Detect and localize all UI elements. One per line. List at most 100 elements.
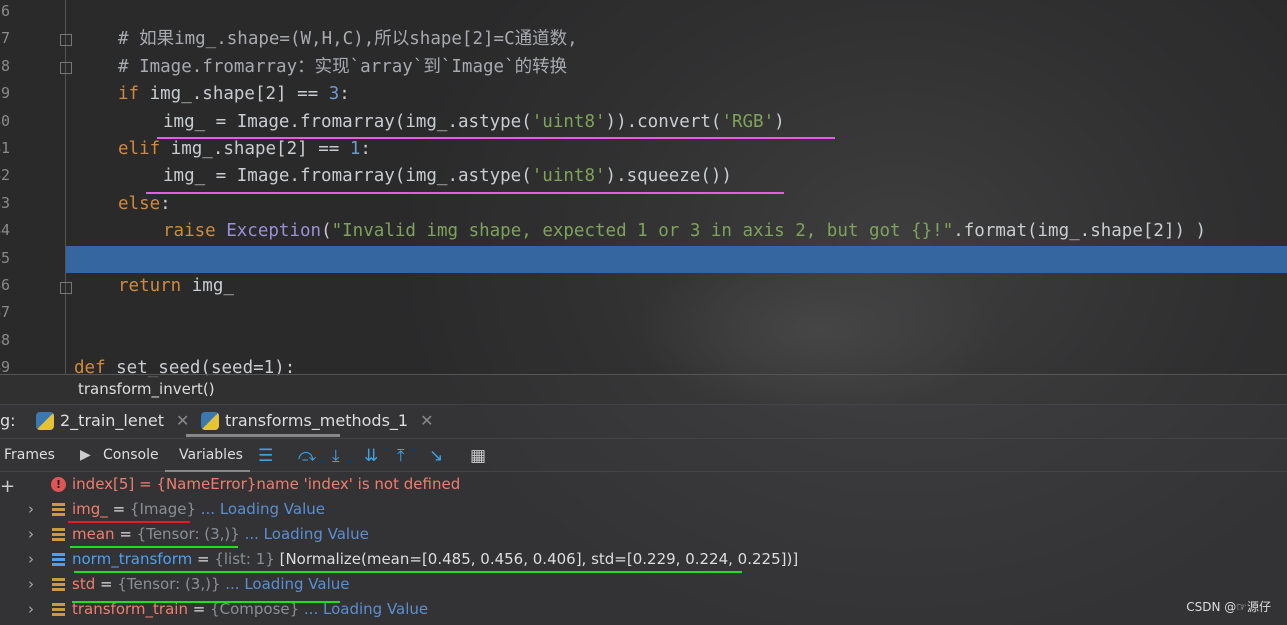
fold-icon[interactable]: [60, 282, 72, 294]
breadcrumb[interactable]: transform_invert(): [0, 374, 1287, 404]
tab-variables[interactable]: Variables: [179, 447, 243, 463]
code-token: raise: [163, 221, 216, 242]
expand-arrow-icon[interactable]: ›: [28, 497, 34, 522]
current-line-highlight: [66, 246, 1287, 273]
code-token: :: [339, 84, 350, 105]
code-token: # 如果img_.shape=(W,H,C),所以shape[2]=C通道数,: [118, 29, 578, 50]
code-token: img_.shape[2] ==: [139, 84, 329, 105]
code-line: raise Exception("Invalid img shape, expe…: [163, 218, 1206, 245]
variable-value: ... Loading Value: [196, 500, 325, 518]
equals: =: [107, 500, 130, 518]
variable-value: name 'index' is not defined: [256, 475, 461, 493]
python-icon: [36, 411, 54, 430]
code-token: (: [321, 221, 332, 242]
variable-type: {Tensor: (3,)}: [136, 525, 240, 543]
code-token: # Image.fromarray：实现`array`到`Image`的转换: [118, 56, 568, 77]
run-to-cursor-icon[interactable]: ↘: [429, 446, 443, 466]
fold-icon[interactable]: [60, 34, 72, 46]
code-token: 3: [328, 84, 340, 105]
green-underline-annotation: [74, 571, 742, 573]
variable-name: std: [72, 575, 96, 593]
step-over-icon[interactable]: ⤼: [298, 446, 316, 466]
console-icon: ▶: [80, 447, 91, 463]
line-number: 43: [0, 193, 11, 212]
code-token: Exception: [226, 221, 322, 242]
code-line: if img_.shape[2] == 3:: [118, 81, 350, 108]
variable-type: {Image}: [129, 500, 196, 518]
variable-name: norm_transform: [72, 550, 193, 568]
step-into-my-code-icon[interactable]: ⇊: [364, 446, 378, 466]
code-line: else:: [118, 191, 171, 218]
fold-icon[interactable]: [60, 62, 72, 74]
code-token: ): [774, 111, 785, 132]
field-icon: [52, 503, 65, 516]
field-icon: [52, 603, 65, 616]
tab-console[interactable]: Console: [103, 447, 159, 463]
expand-arrow-icon[interactable]: ›: [28, 597, 34, 622]
line-number: 38: [0, 56, 11, 75]
step-into-icon[interactable]: ⤓: [332, 446, 340, 466]
code-token: 'uint8': [531, 166, 606, 187]
code-token: ).squeeze()): [605, 166, 732, 187]
variables-panel: + ! index[5] = {NameError}name 'index' is…: [0, 472, 1287, 625]
variable-row[interactable]: › std = {Tensor: (3,)} ... Loading Value: [0, 572, 1287, 597]
equals: =: [95, 575, 118, 593]
variable-row[interactable]: › img_ = {Image} ... Loading Value: [0, 497, 1287, 522]
variable-value: ... Loading Value: [220, 575, 350, 593]
line-number: 42: [0, 166, 11, 185]
code-line: # 如果img_.shape=(W,H,C),所以shape[2]=C通道数,: [118, 26, 578, 53]
expand-arrow-icon[interactable]: ›: [28, 522, 34, 547]
expand-arrow-icon[interactable]: ›: [28, 572, 34, 597]
equals: =: [114, 525, 137, 543]
error-icon: !: [51, 477, 66, 492]
code-token: img_ = Image.fromarray(img_.astype(: [163, 166, 532, 187]
line-number: 45: [0, 248, 11, 267]
line-number: 37: [0, 29, 11, 48]
code-token: elif: [118, 139, 161, 159]
line-number: 46: [0, 276, 11, 294]
green-underline-annotation: [70, 546, 238, 548]
variable-name: mean: [72, 525, 115, 543]
pink-underline-annotation: [146, 192, 784, 194]
code-token: else: [118, 193, 161, 214]
variable-name: index[5]: [72, 475, 135, 493]
close-icon[interactable]: ✕: [420, 411, 433, 430]
menu-icon[interactable]: ☰: [258, 446, 273, 466]
tab-label: 2_train_lenet: [60, 411, 164, 430]
variable-name: img_: [72, 500, 108, 518]
code-token: "Invalid img shape, expected 1 or 3 in a…: [331, 221, 954, 242]
code-line: img_ = Image.fromarray(img_.astype('uint…: [163, 163, 732, 190]
code-token: if: [118, 84, 140, 105]
code-line: elif img_.shape[2] == 1:: [118, 136, 371, 163]
code-token: 'RGB': [721, 111, 775, 132]
code-token: 1: [349, 139, 361, 159]
code-token: )).convert(: [605, 111, 722, 132]
tab-frames[interactable]: Frames: [4, 447, 55, 463]
code-line: return img_: [118, 273, 234, 300]
expand-arrow-icon[interactable]: ›: [28, 547, 34, 572]
python-icon: [201, 411, 219, 430]
code-editor[interactable]: 3637383940414243444546474849 # 如果img_.sh…: [0, 0, 1287, 378]
line-number: 40: [0, 111, 11, 130]
watermark: CSDN @☞源仔: [1186, 600, 1271, 614]
breadcrumb-item[interactable]: transform_invert(): [78, 380, 215, 398]
variable-row[interactable]: › norm_transform = {list: 1} [Normalize(m…: [0, 547, 1287, 572]
field-icon: [52, 528, 65, 541]
close-icon[interactable]: ✕: [176, 411, 189, 430]
step-out-icon[interactable]: ⤒: [397, 446, 405, 466]
line-number: 41: [0, 139, 11, 157]
code-token: :: [160, 193, 171, 214]
code-token: return: [118, 276, 182, 296]
line-number: 44: [0, 221, 11, 240]
variable-type: {list: 1}: [214, 550, 275, 568]
calculator-icon[interactable]: ▦: [470, 446, 486, 466]
code-line: img_ = Image.fromarray(img_.astype('uint…: [163, 109, 785, 136]
variable-row[interactable]: › mean = {Tensor: (3,)} ... Loading Value: [0, 522, 1287, 547]
tab-transforms-methods-1[interactable]: transforms_methods_1 ✕: [201, 411, 433, 430]
list-icon: [52, 553, 65, 566]
tab-2-train-lenet[interactable]: 2_train_lenet ✕: [36, 411, 189, 430]
pink-underline-annotation: [157, 137, 835, 139]
variable-row[interactable]: ! index[5] = {NameError}name 'index' is n…: [0, 472, 1287, 497]
variable-type: {NameError}: [156, 475, 257, 493]
